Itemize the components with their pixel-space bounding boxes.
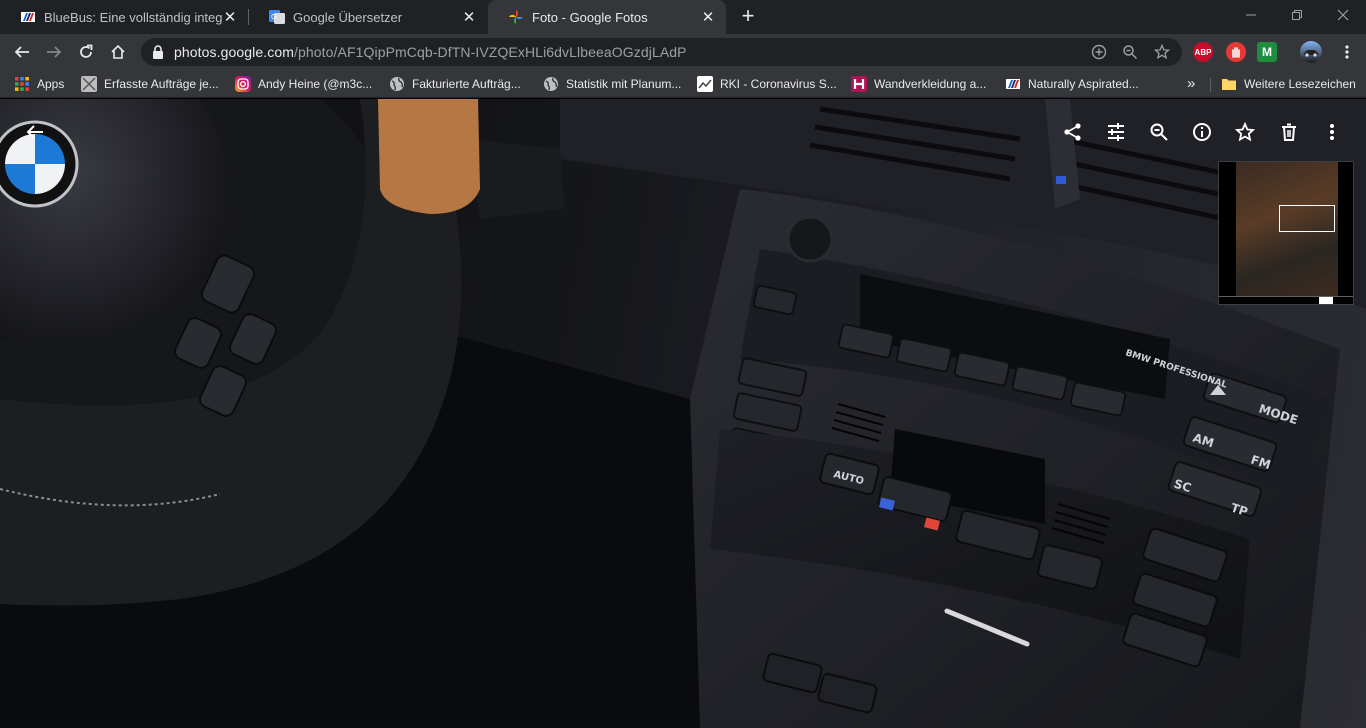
page-icon <box>81 76 97 92</box>
leather-trim <box>378 99 480 214</box>
url-text[interactable]: photos.google.com/photo/AF1QipPmCqb-DfTN… <box>174 44 687 60</box>
bookmark-label: Apps <box>37 77 65 91</box>
minimap-slider-knob[interactable] <box>1319 297 1333 304</box>
bookmark-naturally-aspirated[interactable]: Naturally Aspirated... <box>1005 74 1139 94</box>
tab-bluebus[interactable]: BlueBus: Eine vollständig integrie ✕ <box>0 0 248 34</box>
address-bar[interactable]: photos.google.com/photo/AF1QipPmCqb-DfTN… <box>141 38 1182 66</box>
back-arrow-icon[interactable] <box>20 117 50 147</box>
info-icon[interactable] <box>1187 117 1217 147</box>
minimap-viewport[interactable] <box>1279 205 1335 232</box>
install-app-icon[interactable] <box>1090 43 1108 61</box>
wiper-stalk <box>470 139 565 219</box>
volume-knob <box>786 215 834 263</box>
google-translate-icon: G <box>269 9 285 25</box>
bookmark-other-folder[interactable]: Weitere Lesezeichen <box>1221 74 1356 94</box>
share-icon[interactable] <box>1058 117 1088 147</box>
h-icon <box>851 76 867 92</box>
reload-icon[interactable] <box>72 38 100 66</box>
tab-close-icon[interactable]: ✕ <box>700 8 716 26</box>
bookmark-label: Naturally Aspirated... <box>1028 77 1139 91</box>
new-tab-button[interactable]: + <box>737 5 759 28</box>
tab-strip: BlueBus: Eine vollständig integrie ✕ G G… <box>0 0 1366 34</box>
tab-close-icon[interactable]: ✕ <box>461 8 477 26</box>
lock-icon <box>152 45 164 64</box>
tab-close-icon[interactable]: ✕ <box>222 8 238 26</box>
globe-icon <box>389 76 405 92</box>
edit-icon[interactable] <box>1101 117 1131 147</box>
restore-icon[interactable] <box>1274 0 1320 30</box>
zoom-icon[interactable] <box>1144 117 1174 147</box>
bookmark-label: Wandverkleidung a... <box>874 77 987 91</box>
apps-grid-icon <box>14 76 30 92</box>
bookmark-label: Fakturierte Aufträg... <box>412 77 521 91</box>
rki-icon <box>697 76 713 92</box>
bookmarks-overflow-button[interactable]: » <box>1187 75 1195 92</box>
folder-icon <box>1221 76 1237 92</box>
bmw-stripe-icon <box>1005 76 1021 92</box>
zoom-icon[interactable] <box>1121 43 1139 61</box>
tab-title: Foto - Google Fotos <box>532 9 648 25</box>
bookmark-wandverkleidung[interactable]: Wandverkleidung a... <box>851 74 986 94</box>
extension-label: ABP <box>1194 47 1212 57</box>
tab-google-photos[interactable]: Foto - Google Fotos ✕ <box>488 0 726 34</box>
bookmark-label: Weitere Lesezeichen <box>1244 77 1356 91</box>
bookmarks-separator <box>1210 78 1211 92</box>
close-icon[interactable] <box>1320 0 1366 30</box>
bookmark-andy-heine[interactable]: Andy Heine (@m3c... <box>235 74 372 94</box>
bookmark-star-icon[interactable] <box>1153 43 1171 61</box>
m-extension-icon[interactable]: M <box>1257 42 1277 62</box>
bookmark-rki[interactable]: RKI - Coronavirus S... <box>697 74 837 94</box>
svg-text:G: G <box>271 13 276 21</box>
delete-icon[interactable] <box>1274 117 1304 147</box>
bookmark-label: RKI - Coronavirus S... <box>720 77 837 91</box>
photo-viewer[interactable]: BMW PROFESSIONAL MODE AM FM SC TP AUTO <box>0 99 1366 728</box>
tab-google-translate[interactable]: G Google Übersetzer ✕ <box>249 0 487 34</box>
bookmark-label: Statistik mit Planum... <box>566 77 682 91</box>
chrome-menu-icon[interactable] <box>1333 38 1361 66</box>
bmw-stripe-icon <box>20 9 36 25</box>
zoom-minimap[interactable] <box>1218 161 1354 305</box>
bookmark-statistik[interactable]: Statistik mit Planum... <box>543 74 681 94</box>
bookmark-label: Erfasste Aufträge je... <box>104 77 219 91</box>
tab-title: Google Übersetzer <box>293 9 403 25</box>
back-arrow-icon[interactable] <box>8 38 36 66</box>
hand-stop-icon[interactable] <box>1226 42 1246 62</box>
url-path: /photo/AF1QipPmCqb-DfTN-IVZQExHLi6dvLlbe… <box>294 44 687 60</box>
extension-label: M <box>1262 45 1272 59</box>
bookmark-erfasste-auftraege[interactable]: Erfasste Aufträge je... <box>81 74 219 94</box>
instagram-icon <box>235 76 251 92</box>
car-interior-photo: BMW PROFESSIONAL MODE AM FM SC TP AUTO <box>0 99 1366 728</box>
adblock-plus-icon[interactable]: ABP <box>1193 42 1213 62</box>
star-icon[interactable] <box>1230 117 1260 147</box>
tab-title: BlueBus: Eine vollständig integrie <box>44 9 222 25</box>
ignition <box>460 219 512 292</box>
minimize-icon[interactable] <box>1228 0 1274 30</box>
browser-toolbar: photos.google.com/photo/AF1QipPmCqb-DfTN… <box>0 34 1366 70</box>
google-photos-icon <box>508 9 524 25</box>
home-icon[interactable] <box>104 38 132 66</box>
bookmark-apps[interactable]: Apps <box>14 74 64 94</box>
more-icon[interactable] <box>1317 117 1347 147</box>
minimap-slider[interactable] <box>1219 296 1353 304</box>
bookmark-label: Andy Heine (@m3c... <box>258 77 373 91</box>
vent-indicator <box>1056 176 1066 184</box>
url-host: photos.google.com <box>174 44 295 60</box>
globe-icon <box>543 76 559 92</box>
bookmark-fakturierte-auftraege[interactable]: Fakturierte Aufträg... <box>389 74 521 94</box>
avatar[interactable] <box>1300 41 1322 63</box>
bookmarks-bar: Apps Erfasste Aufträge je... Andy Heine … <box>0 70 1366 98</box>
forward-arrow-icon[interactable] <box>40 38 68 66</box>
